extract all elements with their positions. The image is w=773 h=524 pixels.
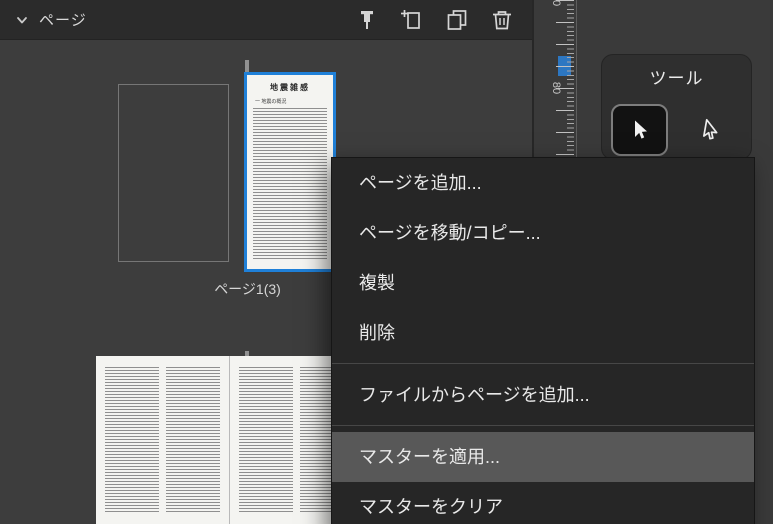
pin-icon xyxy=(361,10,373,29)
tools-panel-title: ツール xyxy=(649,69,704,88)
menu-item[interactable]: ページを追加... xyxy=(332,158,754,208)
thumbnail-text-column xyxy=(105,367,159,513)
context-menu: ページを追加... ページを移動/コピー... 複製 削除ファイルからページを追加..… xyxy=(331,157,755,524)
tools-panel: ツール xyxy=(601,54,752,160)
chevron-down-icon xyxy=(17,16,27,23)
menu-separator xyxy=(332,358,754,370)
menu-item[interactable]: 複製 xyxy=(332,258,754,308)
pages-panel-header: ページ xyxy=(0,0,532,40)
menu-separator xyxy=(332,420,754,432)
move-tool-button[interactable] xyxy=(611,104,668,156)
menu-item[interactable]: ページを移動/コピー... xyxy=(332,208,754,258)
trash-icon xyxy=(493,10,511,29)
pages-panel-title: ページ xyxy=(39,12,87,29)
cursor-arrow-outline-icon xyxy=(702,118,718,140)
pages-panel-toolbar xyxy=(353,6,516,34)
empty-page-slot[interactable] xyxy=(118,84,229,262)
collapse-panel-button[interactable] xyxy=(14,12,30,28)
menu-item[interactable]: ファイルからページを追加... xyxy=(332,370,754,420)
delete-page-button[interactable] xyxy=(488,6,516,34)
thumbnail-doc-heading: 一 地震の概況 xyxy=(255,99,287,105)
pin-pages-button[interactable] xyxy=(353,6,381,34)
add-page-icon xyxy=(401,9,420,29)
thumbnail-text-lines xyxy=(253,108,327,260)
page-2-thumbnail[interactable] xyxy=(96,356,229,524)
spread-2-thumbnails xyxy=(96,356,363,524)
add-page-button[interactable] xyxy=(398,6,426,34)
thumbnail-text-column xyxy=(166,367,220,513)
menu-item[interactable]: 削除 xyxy=(332,308,754,358)
ruler-label-60: 60 xyxy=(550,0,562,7)
cursor-arrow-filled-icon xyxy=(634,120,647,139)
page-1-thumbnail-selected[interactable]: 地震雑感 一 地震の概況 xyxy=(244,72,336,272)
thumbnail-text-column xyxy=(239,367,293,513)
menu-item[interactable]: マスターをクリア xyxy=(332,482,754,524)
page-1-label: ページ1(3) xyxy=(214,281,281,297)
menu-item[interactable]: マスターを適用... xyxy=(332,432,754,482)
duplicate-page-button[interactable] xyxy=(443,6,471,34)
app-window: ページ 地震雑感 一 地震の概況 ページ1(3) 60 80 ツール ページを追… xyxy=(0,0,773,524)
duplicate-page-icon xyxy=(447,9,467,30)
page-1-thumbnail-content: 地震雑感 一 地震の概況 xyxy=(247,75,333,269)
thumbnail-doc-title: 地震雑感 xyxy=(270,83,310,92)
node-tool-button[interactable] xyxy=(681,104,738,156)
ruler-label-80: 80 xyxy=(550,81,562,95)
